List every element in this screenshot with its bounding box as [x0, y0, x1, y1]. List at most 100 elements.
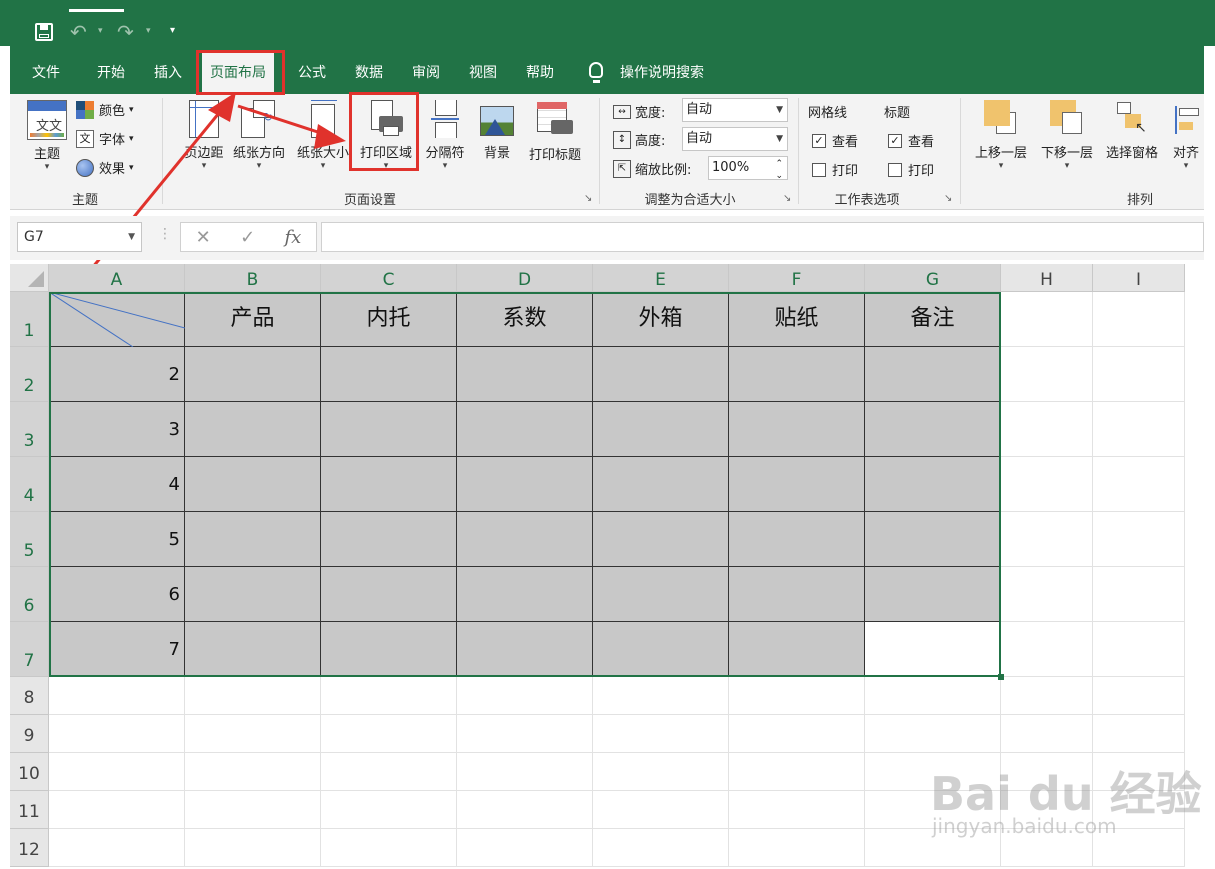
table-cell-c2[interactable]	[321, 347, 457, 402]
table-cell-c3[interactable]	[321, 402, 457, 457]
table-cell-e1[interactable]: 外箱	[593, 292, 729, 347]
table-cell-b5[interactable]	[185, 512, 321, 567]
cell-i1[interactable]	[1093, 292, 1185, 347]
cell-d8[interactable]	[457, 677, 593, 715]
table-cell-d2[interactable]	[457, 347, 593, 402]
table-cell-b1[interactable]: 产品	[185, 292, 321, 347]
table-cell-b4[interactable]	[185, 457, 321, 512]
row-header-12[interactable]: 12	[10, 829, 49, 867]
table-cell-f2[interactable]	[729, 347, 865, 402]
column-header-c[interactable]: C	[321, 264, 457, 292]
table-cell-b3[interactable]	[185, 402, 321, 457]
cell-d11[interactable]	[457, 791, 593, 829]
table-cell-e5[interactable]	[593, 512, 729, 567]
cell-f9[interactable]	[729, 715, 865, 753]
row-header-5[interactable]: 5	[10, 512, 49, 567]
table-cell-b2[interactable]	[185, 347, 321, 402]
table-cell-e6[interactable]	[593, 567, 729, 622]
table-cell-b6[interactable]	[185, 567, 321, 622]
cell-a10[interactable]	[49, 753, 185, 791]
cell-f11[interactable]	[729, 791, 865, 829]
cell-h8[interactable]	[1001, 677, 1093, 715]
row-header-2[interactable]: 2	[10, 347, 49, 402]
cell-a9[interactable]	[49, 715, 185, 753]
table-cell-c1[interactable]: 内托	[321, 292, 457, 347]
table-cell-e4[interactable]	[593, 457, 729, 512]
table-cell-c5[interactable]	[321, 512, 457, 567]
cell-i3[interactable]	[1093, 402, 1185, 457]
row-header-11[interactable]: 11	[10, 791, 49, 829]
row-header-3[interactable]: 3	[10, 402, 49, 457]
row-header-1[interactable]: 1	[10, 292, 49, 347]
cell-d9[interactable]	[457, 715, 593, 753]
cell-a12[interactable]	[49, 829, 185, 867]
column-header-g[interactable]: G	[865, 264, 1001, 292]
name-box[interactable]: G7 ▼	[17, 222, 142, 252]
table-cell-d3[interactable]	[457, 402, 593, 457]
table-cell-g5[interactable]	[865, 512, 1001, 567]
table-cell-a3[interactable]: 3	[49, 402, 185, 457]
table-cell-f3[interactable]	[729, 402, 865, 457]
cell-b8[interactable]	[185, 677, 321, 715]
table-cell-a6[interactable]: 6	[49, 567, 185, 622]
cell-c9[interactable]	[321, 715, 457, 753]
cell-i5[interactable]	[1093, 512, 1185, 567]
insert-function-icon[interactable]: fx	[285, 227, 302, 248]
row-header-8[interactable]: 8	[10, 677, 49, 715]
cell-c8[interactable]	[321, 677, 457, 715]
cell-i6[interactable]	[1093, 567, 1185, 622]
row-header-4[interactable]: 4	[10, 457, 49, 512]
cell-e11[interactable]	[593, 791, 729, 829]
cell-e9[interactable]	[593, 715, 729, 753]
table-cell-c6[interactable]	[321, 567, 457, 622]
cell-e10[interactable]	[593, 753, 729, 791]
column-header-h[interactable]: H	[1001, 264, 1093, 292]
cell-f10[interactable]	[729, 753, 865, 791]
column-header-i[interactable]: I	[1093, 264, 1185, 292]
row-header-6[interactable]: 6	[10, 567, 49, 622]
table-cell-d7[interactable]	[457, 622, 593, 677]
cell-h9[interactable]	[1001, 715, 1093, 753]
table-cell-d1[interactable]: 系数	[457, 292, 593, 347]
formula-input[interactable]	[321, 222, 1204, 252]
cell-h6[interactable]	[1001, 567, 1093, 622]
cell-a8[interactable]	[49, 677, 185, 715]
cell-i7[interactable]	[1093, 622, 1185, 677]
table-cell-b7[interactable]	[185, 622, 321, 677]
cell-i2[interactable]	[1093, 347, 1185, 402]
table-cell-f5[interactable]	[729, 512, 865, 567]
column-header-e[interactable]: E	[593, 264, 729, 292]
table-cell-f7[interactable]	[729, 622, 865, 677]
cell-h5[interactable]	[1001, 512, 1093, 567]
cell-i4[interactable]	[1093, 457, 1185, 512]
cell-i8[interactable]	[1093, 677, 1185, 715]
column-header-a[interactable]: A	[49, 264, 185, 292]
table-cell-f4[interactable]	[729, 457, 865, 512]
cell-c11[interactable]	[321, 791, 457, 829]
row-header-7[interactable]: 7	[10, 622, 49, 677]
cell-e8[interactable]	[593, 677, 729, 715]
column-header-f[interactable]: F	[729, 264, 865, 292]
table-cell-g4[interactable]	[865, 457, 1001, 512]
cell-h7[interactable]	[1001, 622, 1093, 677]
table-cell-f6[interactable]	[729, 567, 865, 622]
table-cell-a4[interactable]: 4	[49, 457, 185, 512]
cell-f8[interactable]	[729, 677, 865, 715]
cell-c12[interactable]	[321, 829, 457, 867]
cell-b10[interactable]	[185, 753, 321, 791]
cell-b12[interactable]	[185, 829, 321, 867]
table-cell-d6[interactable]	[457, 567, 593, 622]
table-cell-f1[interactable]: 贴纸	[729, 292, 865, 347]
cell-d12[interactable]	[457, 829, 593, 867]
table-cell-a5[interactable]: 5	[49, 512, 185, 567]
fill-handle[interactable]	[998, 674, 1004, 680]
cell-a11[interactable]	[49, 791, 185, 829]
name-box-dropdown-icon[interactable]: ▼	[128, 223, 135, 251]
cell-e12[interactable]	[593, 829, 729, 867]
table-cell-g7[interactable]	[865, 622, 1001, 677]
table-cell-e7[interactable]	[593, 622, 729, 677]
table-cell-e2[interactable]	[593, 347, 729, 402]
cell-c10[interactable]	[321, 753, 457, 791]
cell-h4[interactable]	[1001, 457, 1093, 512]
table-cell-a2[interactable]: 2	[49, 347, 185, 402]
